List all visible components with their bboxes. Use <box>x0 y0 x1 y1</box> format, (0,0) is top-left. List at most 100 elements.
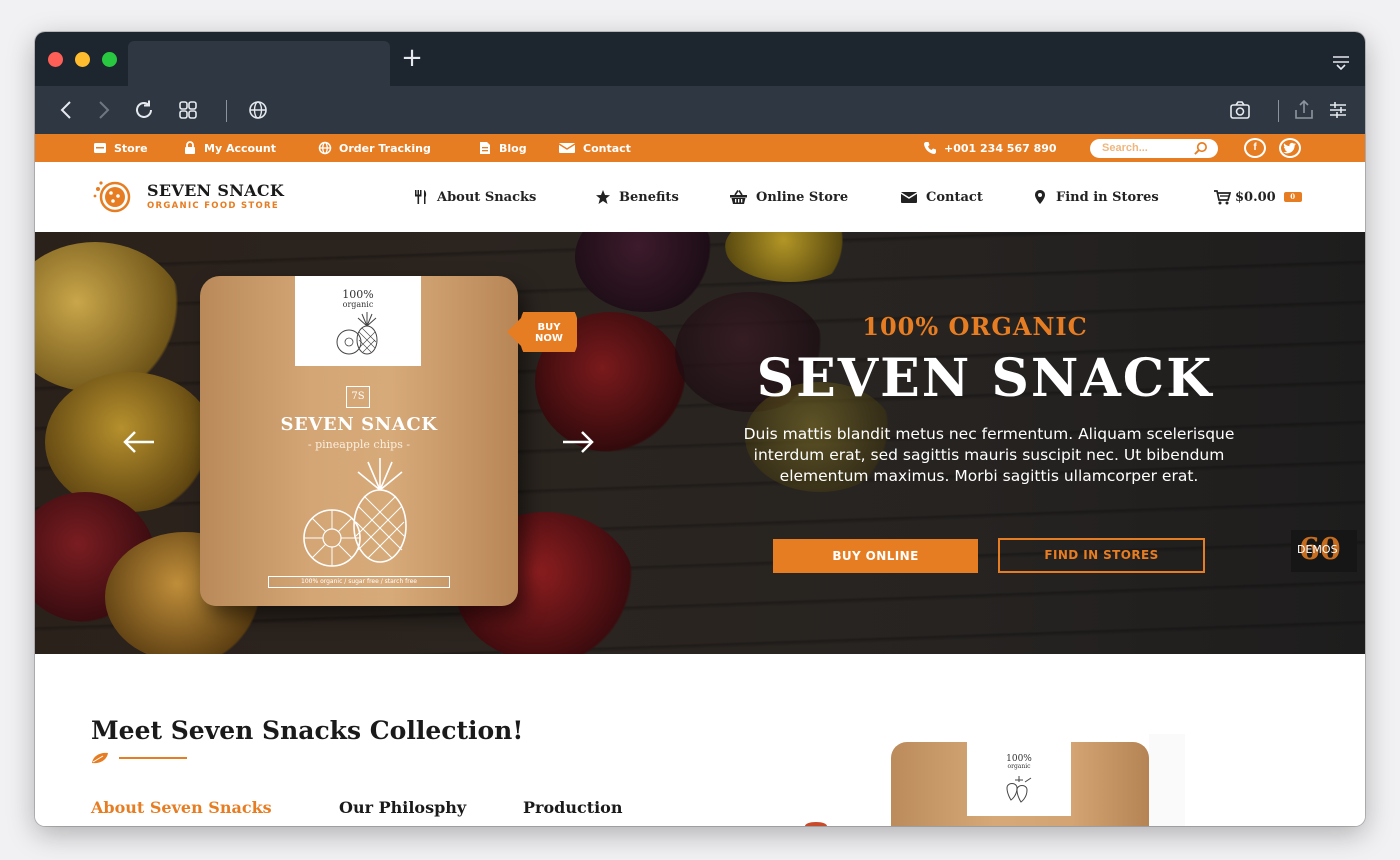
topbar-link-order-tracking[interactable]: Order Tracking <box>318 134 431 162</box>
tab-about-seven-snacks[interactable]: About Seven Snacks <box>91 798 272 817</box>
next-slide-arrow-icon[interactable] <box>560 428 596 456</box>
forward-icon[interactable] <box>91 98 115 122</box>
buy-now-badge[interactable]: BUY NOW <box>507 312 577 352</box>
topbar-link-label: Contact <box>583 141 631 155</box>
tab-menu-icon[interactable] <box>1331 52 1351 72</box>
toolbar-divider <box>1278 100 1279 122</box>
brand-tagline: ORGANIC FOOD STORE <box>147 201 279 211</box>
cart-icon <box>1214 190 1231 205</box>
tab-production[interactable]: Production <box>523 798 622 817</box>
buy-now-line-1: BUY <box>538 322 562 333</box>
image-backdrop <box>1149 734 1185 826</box>
search-input[interactable]: Search... <box>1090 139 1218 158</box>
nav-item-label: Contact <box>926 189 983 205</box>
site-header: SEVEN SNACK ORGANIC FOOD STORE About Sna… <box>35 162 1365 232</box>
topbar-link-store[interactable]: Store <box>93 134 148 162</box>
brand-name[interactable]: SEVEN SNACK <box>147 181 284 200</box>
previous-slide-arrow-icon[interactable] <box>121 428 157 456</box>
maximize-window-button[interactable] <box>102 52 117 67</box>
dried-fruit-decoration <box>35 242 185 392</box>
pouch-flavor: - pineapple chips - <box>307 438 411 451</box>
collection-section: Meet Seven Snacks Collection! About Seve… <box>35 654 1365 826</box>
pouch-label: 100% organic <box>967 742 1071 816</box>
section-title: Meet Seven Snacks Collection! <box>91 716 524 745</box>
nav-item-benefits[interactable]: Benefits <box>595 162 679 232</box>
phone-number: +001 234 567 890 <box>944 141 1057 155</box>
demos-label: DEMOS <box>1297 543 1338 556</box>
hero-slider: 100% organic 7S SEVEN SNACK - pineapple … <box>35 232 1365 654</box>
hero-title: SEVEN SNACK <box>756 348 1214 409</box>
pouch-product-name: SEVEN SNACK <box>280 414 438 435</box>
topbar-link-blog[interactable]: Blog <box>478 134 527 162</box>
pouch-label-organic: organic <box>342 300 374 309</box>
toolbar-divider <box>226 100 227 122</box>
topbar-phone[interactable]: +001 234 567 890 <box>923 134 1057 162</box>
reload-icon[interactable] <box>132 98 156 122</box>
tab-our-philosophy[interactable]: Our Philosphy <box>339 798 466 817</box>
pineapple-sketch-icon <box>336 312 378 355</box>
product-pouch-image-2: 100% organic <box>891 742 1149 826</box>
share-icon[interactable] <box>1292 98 1316 122</box>
close-window-button[interactable] <box>48 52 63 67</box>
pouch-label: 100% organic <box>295 276 421 366</box>
pouch-brand-mark: 7S <box>346 386 370 408</box>
screenshot-icon[interactable] <box>1228 98 1252 122</box>
title-underline <box>119 757 187 759</box>
document-icon <box>480 142 490 154</box>
globe-icon <box>318 141 332 155</box>
dried-fruit-decoration <box>575 232 715 312</box>
tab-grid-icon[interactable] <box>176 98 200 122</box>
minimize-window-button[interactable] <box>75 52 90 67</box>
topbar-link-my-account[interactable]: My Account <box>183 134 276 162</box>
facebook-icon[interactable]: f <box>1244 138 1266 158</box>
apple-image <box>805 822 827 826</box>
star-icon <box>596 190 610 204</box>
topbar-link-contact[interactable]: Contact <box>558 134 631 162</box>
hero-kicker: 100% ORGANIC <box>862 312 1088 341</box>
cart-total: $0.00 <box>1235 189 1276 205</box>
browser-window: + Store My Account Order Tracking Blog C… <box>35 32 1365 826</box>
nav-item-label: Online Store <box>756 189 849 205</box>
envelope-icon <box>900 192 918 203</box>
browser-tab-bar: + <box>35 32 1365 86</box>
topbar-link-label: Store <box>114 141 148 155</box>
twitter-icon[interactable] <box>1279 138 1301 158</box>
lock-icon <box>185 141 195 154</box>
basket-icon <box>730 190 747 204</box>
phone-icon <box>924 142 936 154</box>
globe-icon[interactable] <box>246 98 270 122</box>
browser-toolbar <box>35 86 1365 134</box>
hero-description: Duis mattis blandit metus nec fermentum.… <box>743 425 1235 485</box>
dried-fruit-decoration <box>725 232 855 282</box>
strawberry-sketch-icon <box>1006 776 1032 803</box>
pouch-label-organic: organic <box>1007 763 1031 770</box>
topbar-link-label: Order Tracking <box>339 141 431 155</box>
top-bar: Store My Account Order Tracking Blog Con… <box>35 134 1365 162</box>
cart-count-badge: 0 <box>1283 192 1302 202</box>
topbar-link-label: My Account <box>204 141 276 155</box>
nav-item-label: Benefits <box>619 189 679 205</box>
envelope-icon <box>558 143 576 153</box>
nav-item-about-snacks[interactable]: About Snacks <box>413 162 536 232</box>
product-pouch-image: 100% organic 7S SEVEN SNACK - pineapple … <box>200 276 518 606</box>
find-in-stores-button[interactable]: FIND IN STORES <box>998 538 1205 573</box>
nav-item-label: About Snacks <box>437 189 537 205</box>
back-icon[interactable] <box>55 98 79 122</box>
map-pin-icon <box>1035 190 1045 204</box>
buy-now-line-2: NOW <box>535 333 563 344</box>
cutlery-icon <box>415 190 427 204</box>
topbar-link-label: Blog <box>499 141 527 155</box>
nav-item-find-in-stores[interactable]: Find in Stores <box>1032 162 1159 232</box>
cookie-logo-icon[interactable] <box>91 179 137 213</box>
search-icon[interactable] <box>1193 141 1208 156</box>
buy-online-button[interactable]: BUY ONLINE <box>773 539 978 573</box>
cart-button[interactable]: $0.00 0 <box>1213 162 1302 232</box>
browser-tab-active[interactable] <box>128 41 390 86</box>
demos-button[interactable]: 60 DEMOS <box>1291 530 1357 572</box>
nav-item-contact[interactable]: Contact <box>900 162 983 232</box>
store-icon <box>94 143 106 153</box>
new-tab-button[interactable]: + <box>400 45 424 71</box>
nav-item-online-store[interactable]: Online Store <box>729 162 848 232</box>
twitter-bird-icon <box>1283 142 1296 154</box>
settings-icon[interactable] <box>1326 98 1350 122</box>
